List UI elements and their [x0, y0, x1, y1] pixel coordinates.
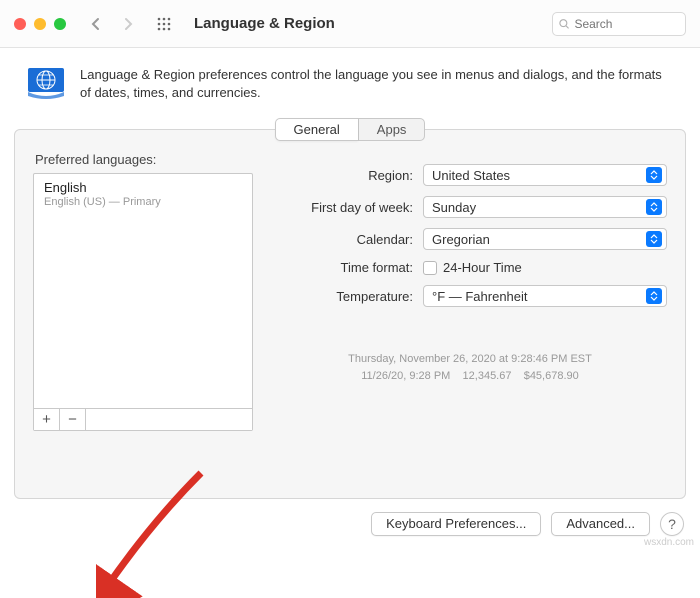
first-day-value: Sunday	[432, 200, 476, 215]
tab-apps[interactable]: Apps	[358, 118, 426, 141]
temperature-label: Temperature:	[273, 289, 423, 304]
preferred-languages-list[interactable]: English English (US) — Primary + −	[33, 173, 253, 431]
header-description: Language & Region preferences control th…	[80, 66, 670, 102]
minimize-window[interactable]	[34, 18, 46, 30]
24hour-checkbox[interactable]	[423, 261, 437, 275]
calendar-label: Calendar:	[273, 232, 423, 247]
language-sub: English (US) — Primary	[44, 196, 242, 208]
watermark: wsxdn.com	[644, 537, 694, 548]
time-format-label: Time format:	[273, 260, 423, 275]
annotation-arrow-icon	[96, 468, 206, 598]
sample-line1: Thursday, November 26, 2020 at 9:28:46 P…	[273, 351, 667, 368]
calendar-value: Gregorian	[432, 232, 490, 247]
format-sample: Thursday, November 26, 2020 at 9:28:46 P…	[273, 351, 667, 384]
region-value: United States	[432, 168, 510, 183]
sample-line2: 11/26/20, 9:28 PM 12,345.67 $45,678.90	[273, 368, 667, 385]
list-item[interactable]: English English (US) — Primary	[34, 174, 252, 214]
add-language-button[interactable]: +	[34, 409, 60, 430]
region-label: Region:	[273, 168, 423, 183]
tab-general[interactable]: General	[275, 118, 358, 141]
region-select[interactable]: United States	[423, 164, 667, 186]
zoom-window[interactable]	[54, 18, 66, 30]
language-name: English	[44, 180, 242, 195]
window-title: Language & Region	[194, 15, 335, 32]
first-day-select[interactable]: Sunday	[423, 196, 667, 218]
show-all-icon[interactable]	[152, 12, 176, 36]
footer-spacer	[86, 409, 252, 430]
back-button[interactable]	[84, 12, 108, 36]
search-input[interactable]	[574, 17, 679, 31]
search-field[interactable]	[552, 12, 686, 36]
chevron-updown-icon	[646, 288, 662, 304]
first-day-label: First day of week:	[273, 200, 423, 215]
chevron-updown-icon	[646, 167, 662, 183]
help-button[interactable]: ?	[660, 512, 684, 536]
globe-flag-icon	[24, 68, 68, 102]
temperature-select[interactable]: °F — Fahrenheit	[423, 285, 667, 307]
chevron-updown-icon	[646, 231, 662, 247]
advanced-button[interactable]: Advanced...	[551, 512, 650, 536]
24hour-label: 24-Hour Time	[443, 260, 522, 275]
calendar-select[interactable]: Gregorian	[423, 228, 667, 250]
remove-language-button[interactable]: −	[60, 409, 86, 430]
preferred-languages-label: Preferred languages:	[33, 152, 253, 167]
forward-button	[116, 12, 140, 36]
chevron-updown-icon	[646, 199, 662, 215]
close-window[interactable]	[14, 18, 26, 30]
search-icon	[559, 18, 569, 30]
temperature-value: °F — Fahrenheit	[432, 289, 528, 304]
keyboard-preferences-button[interactable]: Keyboard Preferences...	[371, 512, 541, 536]
